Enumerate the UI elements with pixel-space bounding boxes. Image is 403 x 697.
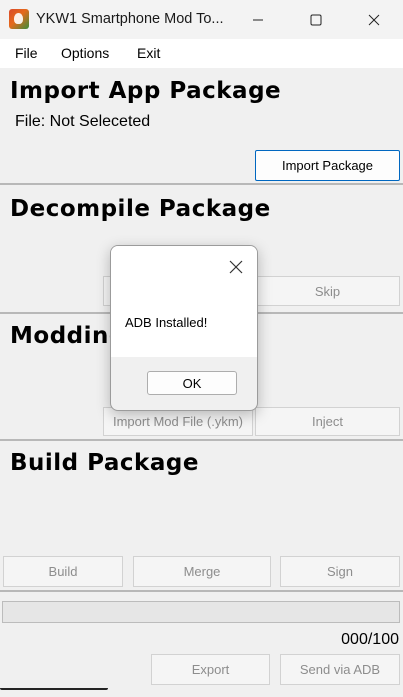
close-icon <box>229 260 243 274</box>
close-icon <box>368 14 380 25</box>
ok-button[interactable]: OK <box>147 371 237 395</box>
dialog-close-button[interactable] <box>225 256 247 278</box>
file-status: File: Not Seleceted <box>15 113 151 130</box>
import-mod-button[interactable]: Import Mod File (.ykm) <box>103 407 253 436</box>
maximize-icon <box>310 14 322 25</box>
progress-label: 000/100 <box>341 631 399 648</box>
import-package-button[interactable]: Import Package <box>255 150 400 181</box>
merge-button[interactable]: Merge <box>133 556 271 587</box>
section-divider <box>0 590 403 592</box>
app-icon <box>9 9 29 29</box>
decompile-heading: Decompile Package <box>10 196 271 222</box>
build-heading: Build Package <box>10 450 199 476</box>
clipped-heading <box>0 688 110 697</box>
modding-heading: Modding <box>10 323 126 349</box>
close-button[interactable] <box>351 0 397 39</box>
send-via-adb-button[interactable]: Send via ADB <box>280 654 400 685</box>
section-divider <box>0 183 403 185</box>
build-button[interactable]: Build <box>3 556 123 587</box>
import-heading: Import App Package <box>10 78 282 104</box>
maximize-button[interactable] <box>293 0 339 39</box>
dialog-message: ADB Installed! <box>125 315 208 330</box>
skip-button[interactable]: Skip <box>255 276 400 306</box>
progress-bar <box>2 601 400 623</box>
sign-button[interactable]: Sign <box>280 556 400 587</box>
menu-options[interactable]: Options <box>61 45 109 61</box>
minimize-icon <box>253 19 263 20</box>
minimize-button[interactable] <box>235 0 281 39</box>
menu-exit[interactable]: Exit <box>137 45 160 61</box>
window-title: YKW1 Smartphone Mod To... <box>36 11 224 27</box>
menu-file[interactable]: File <box>15 45 38 61</box>
message-dialog: ADB Installed! OK <box>110 245 258 411</box>
export-button[interactable]: Export <box>151 654 270 685</box>
inject-button[interactable]: Inject <box>255 407 400 436</box>
section-divider <box>0 439 403 441</box>
